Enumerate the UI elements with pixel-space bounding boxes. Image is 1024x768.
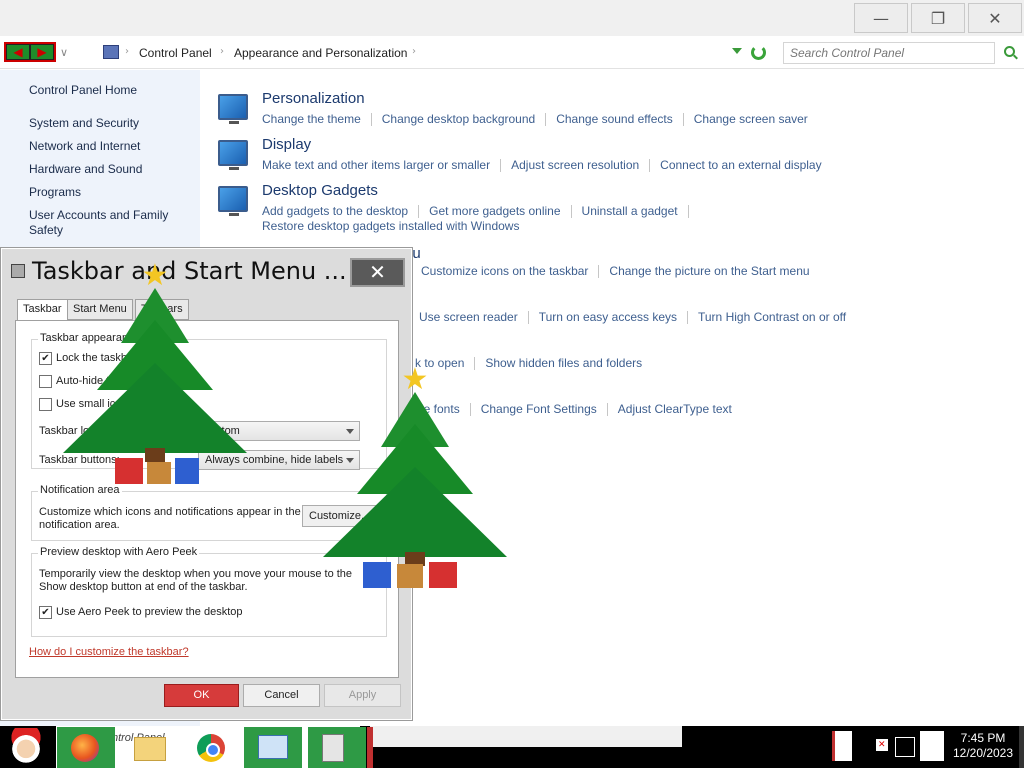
- notification-text: Customize which icons and notifications …: [39, 506, 301, 531]
- sidebar-item-hardware[interactable]: Hardware and Sound: [29, 162, 142, 177]
- display-icon: [218, 140, 248, 170]
- taskbar-links-row: Customize icons on the taskbar Change the…: [421, 264, 810, 279]
- breadcrumb-appearance[interactable]: Appearance and Personalization: [234, 46, 407, 60]
- tree-bottom: [63, 363, 247, 453]
- link-change-theme[interactable]: Change the theme: [262, 112, 361, 126]
- control-panel-icon: [258, 735, 288, 759]
- aero-peek-checkbox[interactable]: ✔: [39, 606, 52, 619]
- teddy-bear-icon: [147, 462, 171, 484]
- sidebar-item-programs[interactable]: Programs: [29, 185, 81, 200]
- breadcrumb-separator[interactable]: ›: [412, 46, 416, 57]
- category-links: Change the theme Change desktop backgroun…: [262, 112, 808, 127]
- minimize-button[interactable]: —: [854, 3, 908, 33]
- folder-icon: [134, 737, 166, 761]
- control-panel-icon: [103, 45, 119, 59]
- gift-icon: [175, 458, 199, 484]
- firefox-icon: [71, 734, 99, 762]
- ok-button[interactable]: OK: [164, 684, 239, 707]
- link-start-menu-picture[interactable]: Change the picture on the Start menu: [609, 264, 809, 278]
- help-link[interactable]: How do I customize the taskbar?: [29, 646, 189, 658]
- cancel-button[interactable]: Cancel: [243, 684, 320, 707]
- teddy-bear-icon: [397, 564, 423, 588]
- category-links: Add gadgets to the desktop Get more gadge…: [262, 204, 699, 219]
- link-screen-reader[interactable]: Use screen reader: [419, 310, 518, 324]
- link-add-gadgets[interactable]: Add gadgets to the desktop: [262, 204, 408, 218]
- nav-buttons: ◀ ▶: [4, 42, 56, 62]
- link-restore-gadgets[interactable]: Restore desktop gadgets installed with W…: [262, 219, 519, 233]
- volume-icon[interactable]: [920, 731, 944, 761]
- link-external-display[interactable]: Connect to an external display: [660, 158, 821, 172]
- lock-taskbar-checkbox[interactable]: ✔: [39, 352, 52, 365]
- category-title[interactable]: Personalization: [262, 90, 365, 107]
- auto-hide-checkbox[interactable]: [39, 375, 52, 388]
- maximize-button[interactable]: ❐: [911, 3, 965, 33]
- personalization-icon: [218, 94, 248, 124]
- sidebar-item-user-accounts[interactable]: User Accounts and Family Safety: [29, 208, 189, 238]
- computer-taskbar-button[interactable]: [308, 727, 366, 768]
- back-button[interactable]: ◀: [7, 45, 29, 59]
- tray-app-icon[interactable]: [832, 731, 852, 761]
- forward-button[interactable]: ▶: [31, 45, 53, 59]
- tree-bottom: [323, 467, 507, 557]
- group-label: Preview desktop with Aero Peek: [38, 546, 200, 558]
- link-desktop-background[interactable]: Change desktop background: [382, 112, 535, 126]
- clock-date[interactable]: 12/20/2023: [948, 746, 1018, 760]
- gift-icon: [115, 458, 143, 484]
- link-sound-effects[interactable]: Change sound effects: [556, 112, 673, 126]
- dialog-close-button[interactable]: ✕: [350, 258, 405, 287]
- breadcrumb-control-panel[interactable]: Control Panel: [139, 46, 212, 60]
- tree-trunk: [145, 448, 165, 462]
- gadgets-icon: [218, 186, 248, 216]
- recent-pages-dropdown[interactable]: ∨: [60, 46, 68, 59]
- close-button[interactable]: ✕: [968, 3, 1022, 33]
- search-icon[interactable]: [1004, 46, 1015, 57]
- category-title[interactable]: Display: [262, 136, 311, 153]
- link-uninstall-gadget[interactable]: Uninstall a gadget: [582, 204, 678, 218]
- aero-peek-label: Use Aero Peek to preview the desktop: [56, 606, 243, 618]
- taskbar-icon: [11, 264, 25, 278]
- clock-time[interactable]: 7:45 PM: [948, 731, 1018, 745]
- christmas-tree-decoration: ★: [55, 258, 255, 493]
- taskbar-indicator: [367, 727, 373, 768]
- link-screen-saver[interactable]: Change screen saver: [694, 112, 808, 126]
- link-easy-access-keys[interactable]: Turn on easy access keys: [539, 310, 677, 324]
- control-panel-taskbar-button[interactable]: [244, 727, 302, 768]
- action-center-icon[interactable]: [874, 731, 890, 761]
- firefox-taskbar-button[interactable]: [57, 727, 115, 768]
- computer-icon: [322, 734, 344, 762]
- link-customize-icons[interactable]: Customize icons on the taskbar: [421, 264, 588, 278]
- search-input[interactable]: Search Control Panel: [783, 42, 995, 64]
- chrome-taskbar-button[interactable]: [183, 727, 241, 768]
- gift-icon: [363, 562, 391, 588]
- explorer-taskbar-button[interactable]: [120, 727, 178, 768]
- start-button-santa-icon[interactable]: [4, 728, 48, 766]
- network-icon[interactable]: [895, 737, 915, 757]
- address-dropdown-icon[interactable]: [732, 48, 742, 54]
- link-cleartype[interactable]: Adjust ClearType text: [618, 402, 732, 416]
- link-more-gadgets[interactable]: Get more gadgets online: [429, 204, 560, 218]
- link-text-size[interactable]: Make text and other items larger or smal…: [262, 158, 490, 172]
- sidebar-item-system-security[interactable]: System and Security: [29, 116, 139, 131]
- category-title[interactable]: Desktop Gadgets: [262, 182, 378, 199]
- ease-links-row: Use screen reader Turn on easy access key…: [419, 310, 846, 325]
- link-high-contrast[interactable]: Turn High Contrast on or off: [698, 310, 846, 324]
- taskbar-region: [370, 726, 682, 747]
- breadcrumb-separator[interactable]: ›: [125, 46, 129, 57]
- sidebar-item-home[interactable]: Control Panel Home: [29, 83, 137, 98]
- link-screen-resolution[interactable]: Adjust screen resolution: [511, 158, 639, 172]
- christmas-tree-decoration: ★: [315, 362, 515, 597]
- show-desktop-button[interactable]: [1019, 726, 1024, 768]
- address-bar: ◀ ▶ ∨ › Control Panel › Appearance and P…: [0, 36, 1024, 69]
- sidebar-item-network[interactable]: Network and Internet: [29, 139, 140, 154]
- category-links: Make text and other items larger or smal…: [262, 158, 822, 173]
- small-icons-checkbox[interactable]: [39, 398, 52, 411]
- apply-button[interactable]: Apply: [324, 684, 401, 707]
- breadcrumb-separator[interactable]: ›: [220, 46, 224, 57]
- chrome-icon: [197, 734, 225, 762]
- refresh-icon[interactable]: [751, 45, 766, 60]
- gift-icon: [429, 562, 457, 588]
